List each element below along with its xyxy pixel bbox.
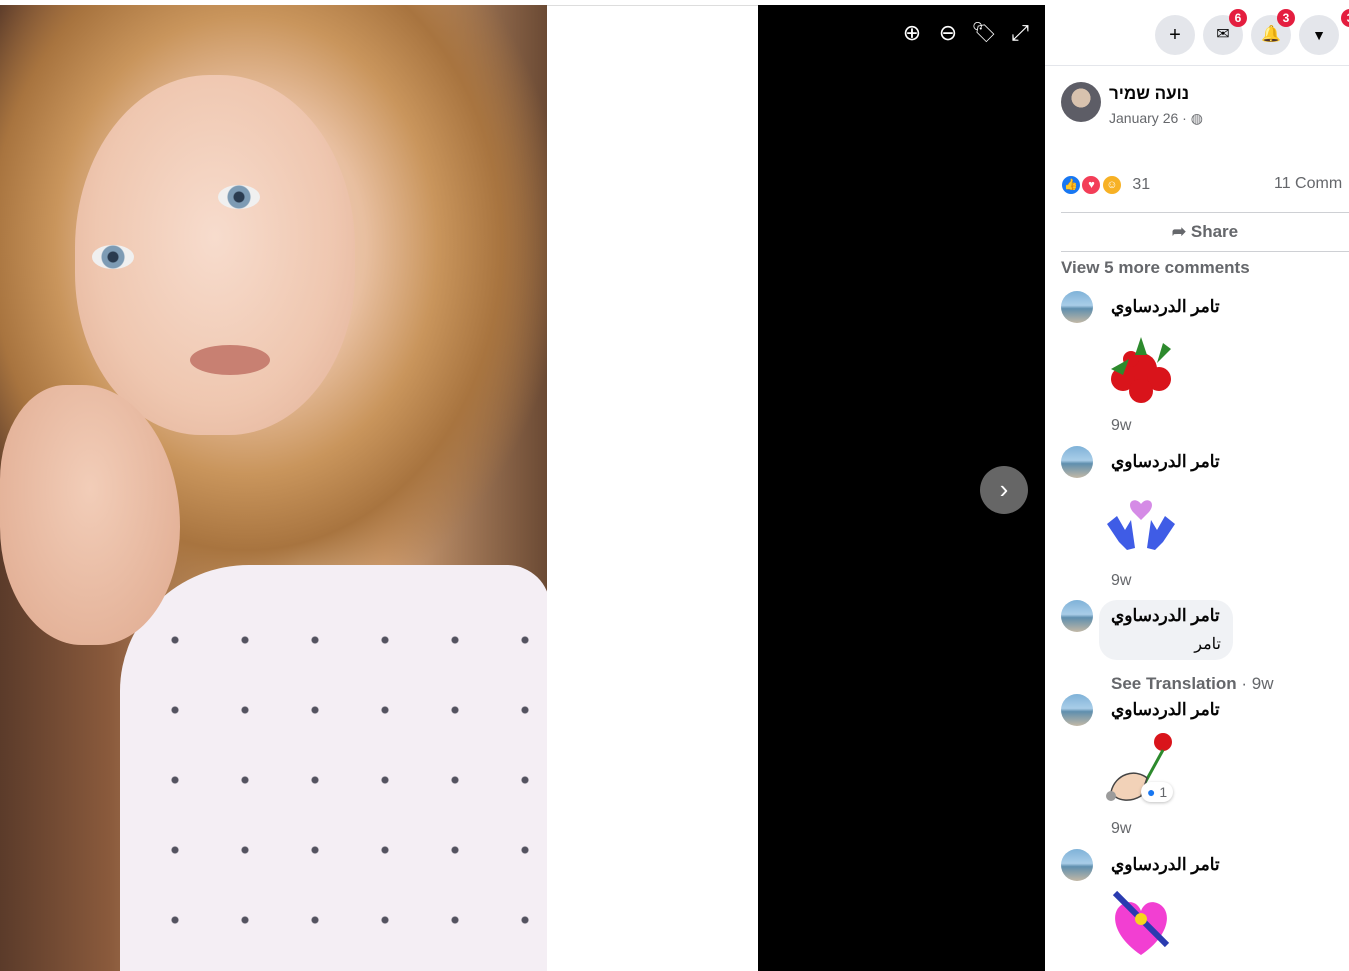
photo-viewer-backdrop: ⊕ ⊖ 🏷 ⤢ › [758, 5, 1045, 971]
commenter-avatar[interactable] [1061, 446, 1093, 478]
zoom-out-icon[interactable]: ⊖ [934, 19, 962, 47]
post-date[interactable]: January 26 [1109, 110, 1178, 126]
top-navigation: + ✉ 6 🔔 3 ▼ 3 [1045, 5, 1349, 66]
reaction-count[interactable]: 31 [1132, 176, 1150, 193]
like-reaction-icon: ● [1147, 784, 1156, 800]
commenter-name[interactable]: تامر الدردساوي [1111, 606, 1220, 626]
bell-icon: 🔔 [1261, 26, 1281, 43]
create-button[interactable]: + [1155, 15, 1195, 55]
account-menu-button[interactable]: ▼ 3 [1299, 9, 1349, 55]
meta-separator: · [1241, 674, 1252, 693]
reactions-summary: 👍 ♥ ☺ 31 11 Comm [1061, 175, 1349, 199]
comment-count[interactable]: 11 Comm [1274, 175, 1342, 193]
share-label: Share [1190, 222, 1239, 241]
comment-reactions[interactable]: ● 1 [1141, 782, 1174, 802]
messenger-badge: 6 [1229, 9, 1247, 27]
fullscreen-icon[interactable]: ⤢ [1006, 19, 1034, 47]
share-icon: ➦ [1171, 222, 1187, 241]
raised-hands-heart-sticker [1107, 500, 1175, 550]
view-more-comments[interactable]: View 5 more comments [1061, 258, 1250, 278]
love-reaction-icon: ♥ [1081, 175, 1102, 195]
comment-time[interactable]: 9w [1111, 417, 1131, 435]
commenter-avatar[interactable] [1061, 291, 1093, 323]
see-translation-link[interactable]: See Translation [1111, 674, 1237, 693]
like-reaction-icon: 👍 [1061, 175, 1081, 195]
commenter-avatar[interactable] [1061, 694, 1093, 726]
comment-time[interactable]: 9w [1252, 674, 1274, 693]
care-reaction-icon: ☺ [1101, 175, 1122, 195]
like-count: 1 [1159, 784, 1168, 800]
share-button[interactable]: ➦ Share [1061, 212, 1349, 252]
commenter-avatar[interactable] [1061, 849, 1093, 881]
zoom-in-icon[interactable]: ⊕ [898, 19, 926, 47]
plus-icon: + [1169, 24, 1181, 46]
notifications-badge: 3 [1277, 9, 1295, 27]
comment-time[interactable]: 9w [1111, 820, 1131, 838]
comment-item: تامر الدردساوي ● 1 9w [1061, 694, 1349, 844]
author-avatar[interactable] [1061, 82, 1101, 122]
heart-splash-sticker [1112, 890, 1170, 955]
chevron-down-icon: ▼ [1312, 27, 1326, 43]
photo-lips [190, 345, 270, 375]
comment-text: تامر [1194, 636, 1221, 653]
comment-item: تامر الدردساوي [1061, 849, 1349, 971]
meta-separator: · [1182, 110, 1187, 126]
tag-icon[interactable]: 🏷 [970, 19, 998, 47]
comment-actions: See Translation · 9w [1111, 674, 1274, 694]
post-photo [0, 5, 547, 971]
next-photo-button[interactable]: › [980, 466, 1028, 514]
account-badge: 3 [1341, 9, 1349, 27]
globe-icon: ◍ [1190, 110, 1203, 126]
comment-item: تامر الدردساوي 9w [1061, 446, 1349, 596]
messenger-button[interactable]: ✉ 6 [1203, 9, 1247, 55]
comment-item: تامر الدردساوي تامر See Translation · 9w [1061, 600, 1349, 693]
flower-bouquet-sticker [1111, 337, 1171, 403]
commenter-name[interactable]: تامر الدردساوي [1111, 452, 1220, 472]
commenter-name[interactable]: تامر الدردساوي [1111, 297, 1220, 317]
post-meta: January 26 · ◍ [1109, 110, 1203, 127]
messenger-icon: ✉ [1216, 26, 1230, 43]
comment-item: تامر الدردساوي 9w [1061, 291, 1349, 441]
comment-time[interactable]: 9w [1111, 572, 1131, 590]
post-author: נועה שמיר January 26 · ◍ [1061, 82, 1331, 142]
notifications-button[interactable]: 🔔 3 [1251, 9, 1295, 55]
commenter-name[interactable]: تامر الدردساوي [1111, 700, 1220, 720]
post-sidebar: + ✉ 6 🔔 3 ▼ 3 נועה שמיר January 26 · ◍ 👍… [1045, 0, 1349, 971]
photo-eye-left [92, 245, 134, 269]
commenter-name[interactable]: تامر الدردساوي [1111, 855, 1220, 875]
author-name[interactable]: נועה שמיר [1109, 84, 1189, 104]
commenter-avatar[interactable] [1061, 600, 1093, 632]
photo-heart-pattern [140, 605, 540, 965]
photo-eye-right [218, 185, 260, 209]
